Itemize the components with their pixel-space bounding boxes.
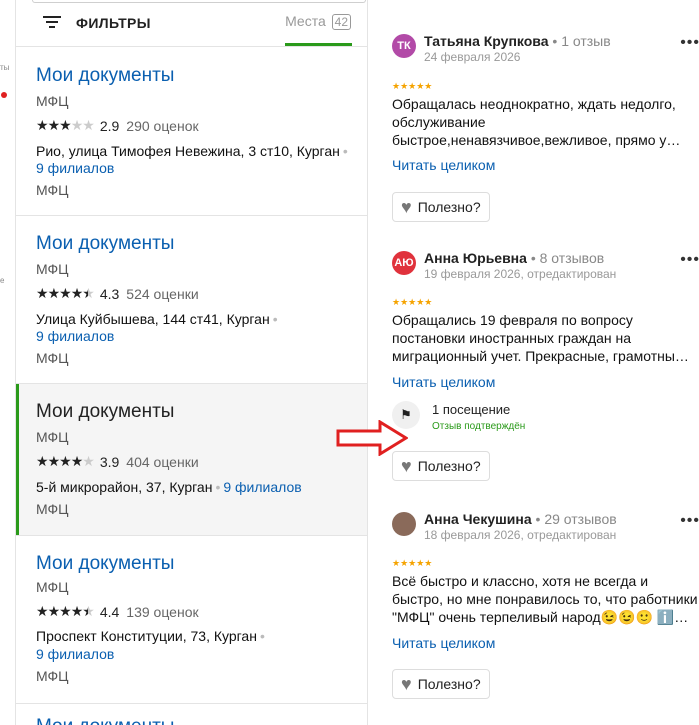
org-title[interactable]: Мои документы (36, 553, 174, 575)
rating-row: ★★★★★ 2.9 290 оценок (36, 117, 199, 134)
org-rubric: МФЦ (36, 182, 69, 198)
filters-bar: ФИЛЬТРЫ Места 42 (16, 0, 367, 47)
org-address: Улица Куйбышева, 144 ст41, Курган • (36, 311, 278, 327)
rating-value: 3.9 (99, 453, 120, 470)
org-category: МФЦ (36, 93, 69, 109)
heart-icon: ♥ (401, 455, 412, 476)
reviews-panel: ТК Татьяна Крупкова • 1 отзыв 24 февраля… (369, 0, 699, 725)
review-stars-icon: ★★★★★ (392, 297, 433, 307)
read-all-link[interactable]: Читать целиком (392, 157, 495, 173)
review-stars-icon: ★★★★★ (392, 81, 433, 91)
tab-places[interactable]: Места 42 (285, 13, 351, 30)
clipped-text: ты (0, 63, 10, 72)
rating-row: ★★★★★ 3.9 404 оценки (36, 453, 199, 470)
rating-value: 4.4 (99, 603, 120, 620)
red-arrow-annotation (336, 420, 408, 456)
avatar-photo[interactable] (392, 512, 416, 536)
org-card[interactable]: Мои документы (16, 704, 367, 725)
review-confirmed: Отзыв подтверждён (432, 421, 526, 432)
results-list: ФИЛЬТРЫ Места 42 Мои документы МФЦ ★★★★★… (16, 0, 368, 725)
org-rubric: МФЦ (36, 501, 69, 517)
helpful-button[interactable]: ♥ Полезно? (392, 669, 490, 699)
search-box-bottom (32, 0, 366, 3)
read-all-link[interactable]: Читать целиком (392, 635, 495, 651)
org-category: МФЦ (36, 429, 69, 445)
red-dot-icon (1, 92, 7, 98)
rating-stars-icon: ★★★★★ (36, 453, 95, 469)
more-options-icon[interactable]: ••• (680, 251, 699, 269)
filters-button[interactable]: ФИЛЬТРЫ (76, 15, 151, 31)
ratings-count[interactable]: 524 оценки (126, 286, 198, 302)
tab-places-count: 42 (331, 14, 351, 30)
review-date: 18 февраля 2026, отредактирован (424, 528, 617, 542)
branches-link[interactable]: 9 филиалов (36, 328, 114, 344)
review-stars-icon: ★★★★★ (392, 558, 433, 568)
review-text: Всё быстро и классно, хотя не всегда и б… (392, 573, 698, 625)
ratings-count[interactable]: 404 оценки (126, 454, 198, 470)
heart-icon: ♥ (401, 196, 412, 217)
org-card[interactable]: Мои документы МФЦ ★★★★★ 2.9 290 оценок Р… (16, 48, 367, 216)
rating-value: 2.9 (99, 117, 120, 134)
avatar[interactable]: ТК (392, 34, 416, 58)
org-title[interactable]: Мои документы (36, 716, 174, 725)
helpful-label: Полезно? (417, 458, 481, 474)
org-title[interactable]: Мои документы (36, 233, 174, 255)
visit-count: 1 посещение (432, 402, 511, 417)
org-card[interactable]: Мои документы МФЦ ★★★★★ 4.4 139 оценок П… (16, 536, 367, 704)
review-date: 24 февраля 2026 (424, 50, 521, 64)
helpful-button[interactable]: ♥ Полезно? (392, 192, 490, 222)
avatar[interactable]: АЮ (392, 251, 416, 275)
heart-icon: ♥ (401, 673, 412, 694)
org-category: МФЦ (36, 261, 69, 277)
reviewer-name[interactable]: Анна Юрьевна • 8 отзывов (424, 250, 604, 266)
rating-value: 4.3 (99, 285, 120, 302)
org-card-selected[interactable]: Мои документы МФЦ ★★★★★ 3.9 404 оценки 5… (16, 384, 367, 536)
review-date: 19 февраля 2026, отредактирован (424, 267, 617, 281)
tab-active-indicator (285, 43, 352, 46)
org-category: МФЦ (36, 579, 69, 595)
org-title[interactable]: Мои документы (36, 65, 174, 87)
reviewer-name[interactable]: Татьяна Крупкова • 1 отзыв (424, 33, 611, 49)
org-rubric: МФЦ (36, 350, 69, 366)
branches-link[interactable]: 9 филиалов (36, 160, 114, 176)
branches-link[interactable]: 9 филиалов (223, 479, 301, 495)
org-address: 5-й микрорайон, 37, Курган • 9 филиалов (36, 479, 302, 495)
left-panel-edge: ты е (0, 0, 16, 725)
org-card[interactable]: Мои документы МФЦ ★★★★★ 4.3 524 оценки У… (16, 216, 367, 384)
more-options-icon[interactable]: ••• (680, 34, 699, 52)
rating-stars-icon: ★★★★★ (36, 285, 95, 301)
review-text: Обращались 19 февраля по вопросу постано… (392, 312, 689, 364)
helpful-label: Полезно? (417, 676, 481, 692)
branches-link[interactable]: 9 филиалов (36, 646, 114, 662)
reviewer-name[interactable]: Анна Чекушина • 29 отзывов (424, 511, 617, 527)
ratings-count[interactable]: 139 оценок (126, 604, 198, 620)
org-address: Проспект Конституции, 73, Курган • (36, 628, 265, 644)
rating-row: ★★★★★ 4.3 524 оценки (36, 285, 199, 302)
review-text: Обращалась неоднократно, ждать недолго, … (392, 96, 681, 148)
read-all-link[interactable]: Читать целиком (392, 374, 495, 390)
org-rubric: МФЦ (36, 668, 69, 684)
ratings-count[interactable]: 290 оценок (126, 118, 198, 134)
rating-row: ★★★★★ 4.4 139 оценок (36, 603, 199, 620)
tab-places-label: Места (285, 13, 326, 29)
filter-icon[interactable] (43, 16, 61, 28)
rating-stars-icon: ★★★★★ (36, 117, 95, 133)
clipped-text: е (0, 276, 5, 285)
org-address: Рио, улица Тимофея Невежина, 3 ст10, Кур… (36, 143, 348, 159)
helpful-label: Полезно? (417, 199, 481, 215)
org-title[interactable]: Мои документы (36, 401, 174, 423)
selected-indicator (16, 384, 19, 535)
rating-stars-icon: ★★★★★ (36, 603, 95, 619)
more-options-icon[interactable]: ••• (680, 512, 699, 530)
